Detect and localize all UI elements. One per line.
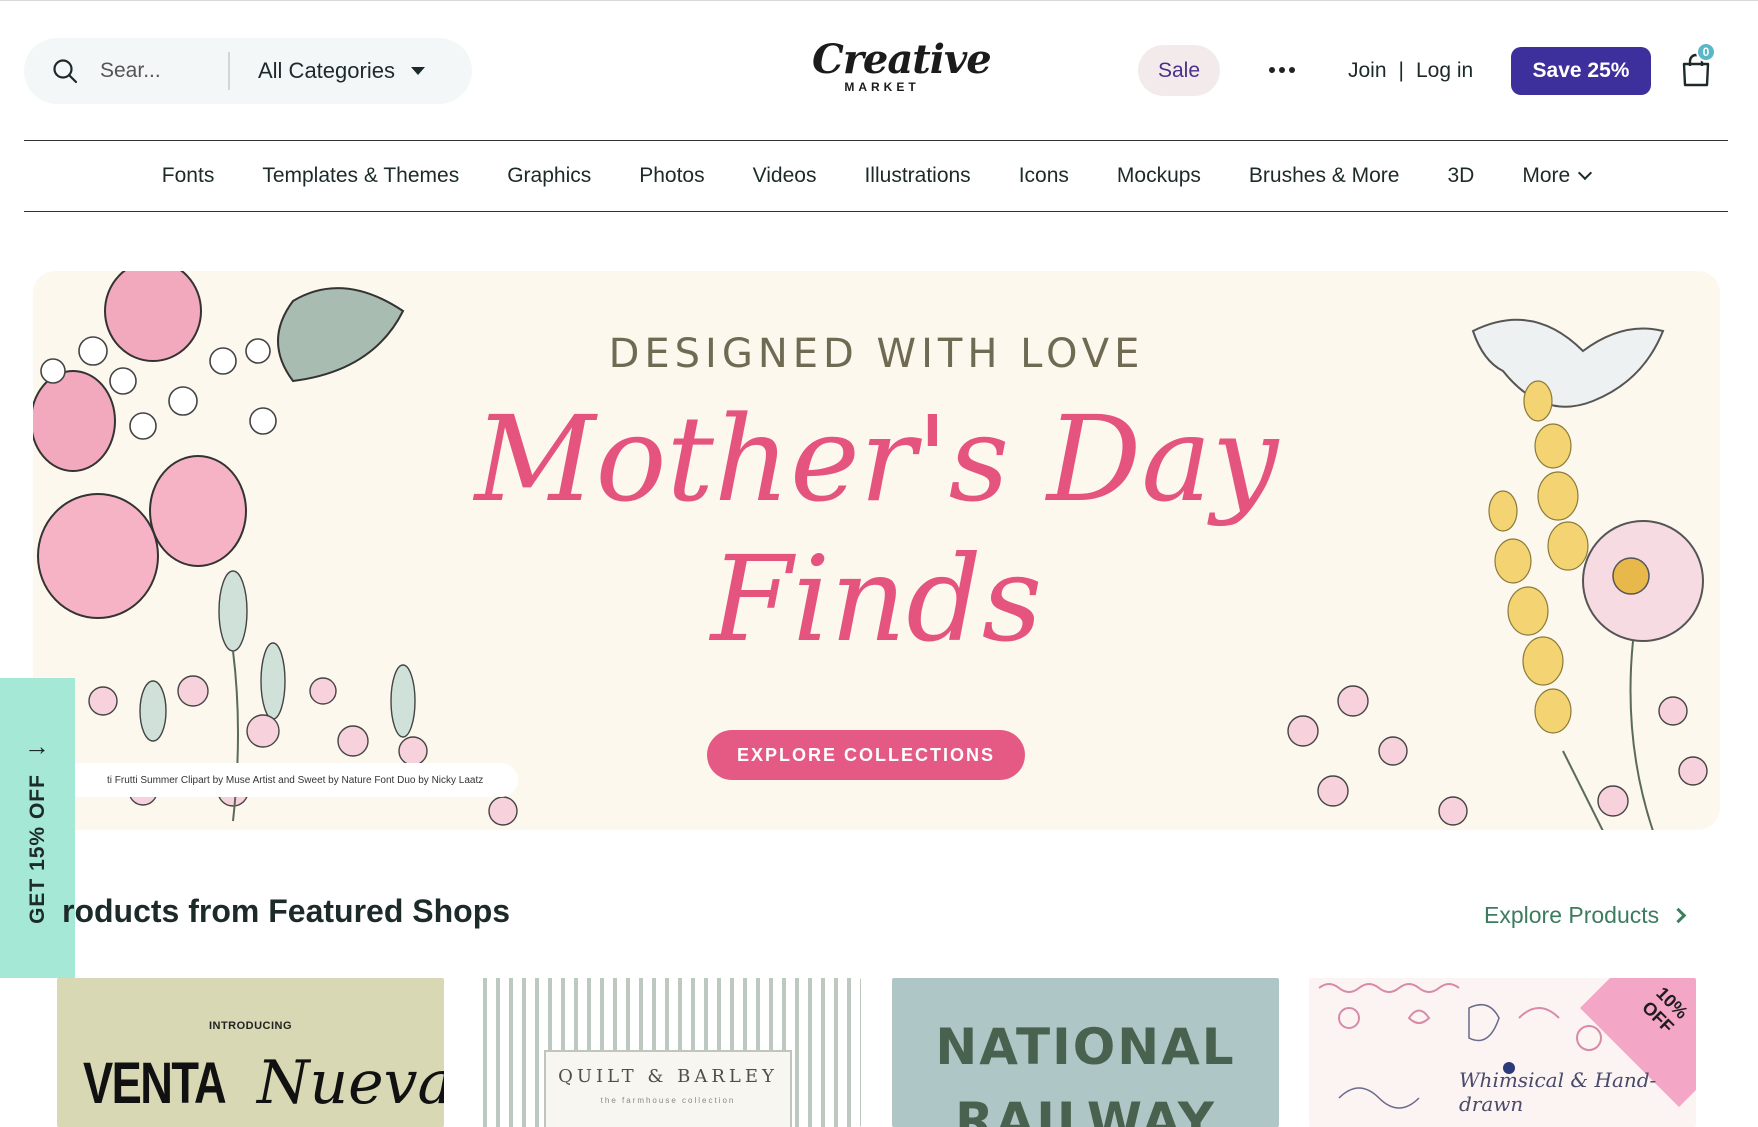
save-25-button[interactable]: Save 25% (1511, 47, 1651, 95)
card-label-box: QUILT & BARLEY the farmhouse collection (544, 1050, 792, 1127)
card-title: QUILT & BARLEY (558, 1066, 778, 1087)
card-title-script: Nueva (257, 1048, 444, 1118)
card-title: NATIONAL RAILWAY (935, 1018, 1236, 1127)
more-options-button[interactable] (1262, 52, 1302, 88)
product-card[interactable]: INTRODUCING VENTA Nueva (57, 978, 444, 1127)
nav-item-templates-themes[interactable]: Templates & Themes (262, 164, 459, 188)
hero-banner[interactable]: DESIGNED WITH LOVE Mother's Day Finds EX… (33, 271, 1720, 830)
categories-dropdown[interactable]: All Categories (258, 54, 425, 88)
nav-item-more[interactable]: More (1522, 164, 1593, 188)
nav-item-graphics[interactable]: Graphics (507, 164, 591, 188)
card-subtitle: the farmhouse collection (600, 1096, 736, 1105)
hero-credit: ti Frutti Summer Clipart by Muse Artist … (63, 763, 518, 797)
search-bar: All Categories (24, 38, 472, 104)
nav-item-illustrations[interactable]: Illustrations (864, 164, 970, 188)
explore-collections-button[interactable]: EXPLORE COLLECTIONS (707, 730, 1025, 780)
discount-side-tab[interactable]: GET 15% OFF → (0, 678, 75, 978)
product-card[interactable]: NATIONAL RAILWAY (892, 978, 1279, 1127)
auth-links: Join | Log in (1348, 56, 1473, 86)
search-input[interactable] (100, 56, 240, 86)
explore-products-label: Explore Products (1484, 902, 1660, 928)
chevron-right-icon (1670, 907, 1687, 924)
dot-icon (1289, 67, 1295, 73)
nav-item-icons[interactable]: Icons (1019, 164, 1069, 188)
nav-item-brushes-more[interactable]: Brushes & More (1249, 164, 1400, 188)
explore-products-link[interactable]: Explore Products (1484, 902, 1687, 929)
nav-item-fonts[interactable]: Fonts (162, 164, 215, 188)
search-divider (228, 52, 230, 90)
nav-item-videos[interactable]: Videos (753, 164, 817, 188)
search-icon[interactable] (52, 58, 78, 84)
cart-count-badge: 0 (1696, 42, 1716, 62)
join-link[interactable]: Join (1348, 59, 1387, 83)
creative-market-logo[interactable]: Creative MARKET (812, 36, 992, 102)
categories-label: All Categories (258, 58, 395, 83)
sale-button[interactable]: Sale (1138, 45, 1220, 96)
caret-down-icon (410, 67, 425, 75)
chevron-down-icon (1578, 165, 1593, 181)
hero-title: Mother's Day (474, 390, 1279, 528)
category-nav: Fonts Templates & Themes Graphics Photos… (24, 140, 1728, 212)
nav-more-label: More (1522, 164, 1571, 187)
site-header: All Categories Creative MARKET Sale Join… (0, 0, 1758, 140)
arrow-up-icon: → (24, 730, 52, 761)
section-title: roducts from Featured Shops (62, 893, 511, 929)
side-tab-label: GET 15% OFF (25, 773, 49, 924)
card-title: VENTA (83, 1051, 227, 1116)
nav-item-mockups[interactable]: Mockups (1117, 164, 1201, 188)
nav-item-photos[interactable]: Photos (639, 164, 704, 188)
logo-wordmark: Creative (812, 36, 992, 83)
hero-title-second-line: Finds (710, 530, 1043, 668)
dot-icon (1279, 67, 1285, 73)
auth-separator: | (1398, 59, 1404, 82)
dot-icon (1269, 67, 1275, 73)
login-link[interactable]: Log in (1416, 59, 1473, 83)
product-card[interactable]: QUILT & BARLEY the farmhouse collection (474, 978, 861, 1127)
nav-item-3d[interactable]: 3D (1447, 164, 1474, 188)
card-script-text: Whimsical & Hand-drawn (1459, 1068, 1657, 1116)
hero-kicker: DESIGNED WITH LOVE (608, 331, 1145, 377)
card-intro-text: INTRODUCING (208, 1020, 293, 1032)
side-tab-content: GET 15% OFF → (22, 730, 53, 924)
product-card[interactable]: 10% OFF Whimsical & Hand-drawn (1309, 978, 1696, 1127)
